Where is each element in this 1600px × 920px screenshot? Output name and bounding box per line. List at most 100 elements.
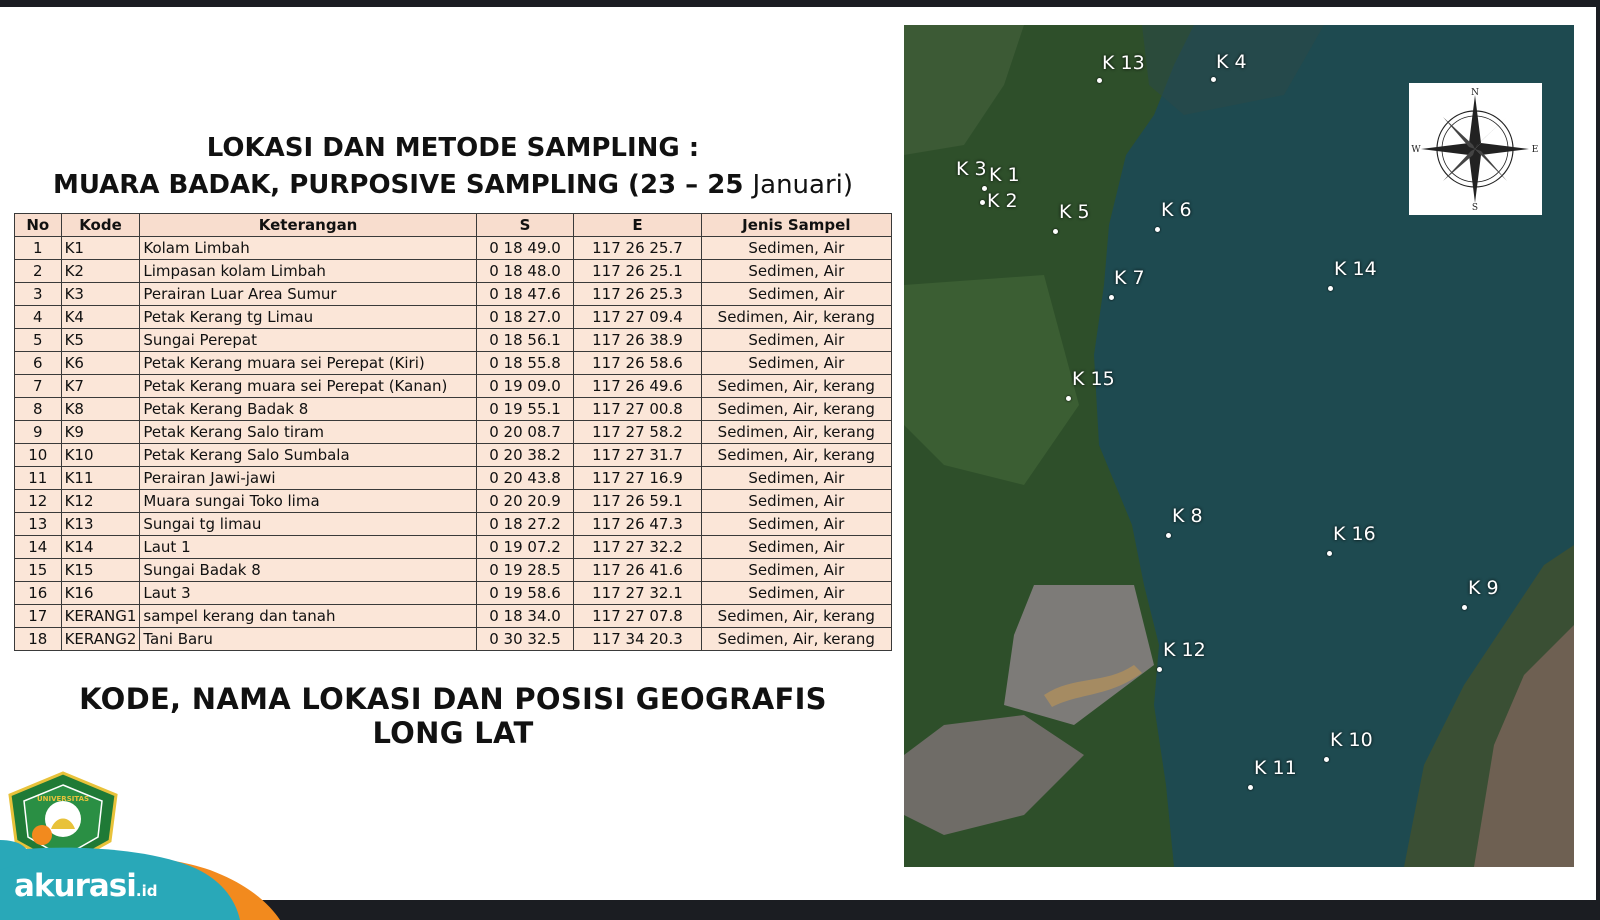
cell-keterangan: Petak Kerang muara sei Perepat (Kanan) (139, 374, 477, 398)
cell-kode: K14 (60, 535, 141, 559)
cell-kode: K4 (60, 305, 141, 329)
marker-k16: K 16 (1333, 523, 1376, 545)
cell-kode: K2 (60, 259, 141, 283)
cell-s: 0 18 27.2 (475, 512, 575, 536)
cell-e: 117 34 20.3 (573, 627, 702, 651)
cell-jenis-sampel: Sedimen, Air, kerang (700, 397, 893, 421)
marker-k11: K 11 (1254, 757, 1297, 779)
table-row: 3 K3 Perairan Luar Area Sumur 0 18 47.6 117 … (14, 282, 893, 306)
cell-s: 0 20 08.7 (475, 420, 575, 444)
crest-text: UNIVERSITAS (37, 795, 89, 803)
header-e: E (573, 213, 702, 237)
cell-keterangan: Tani Baru (139, 627, 477, 651)
table-row: 2 K2 Limpasan kolam Limbah 0 18 48.0 117 26 … (14, 259, 893, 283)
cell-jenis-sampel: Sedimen, Air (700, 581, 893, 605)
cell-no: 6 (14, 351, 62, 375)
cell-no: 12 (14, 489, 62, 513)
table-row: 13 K13 Sungai tg limau 0 18 27.2 117 26 47.3… (14, 512, 893, 536)
cell-no: 15 (14, 558, 62, 582)
header-jenis-sampel: Jenis Sampel (700, 213, 893, 237)
cell-no: 17 (14, 604, 62, 628)
brand-logo: akurasi.id (14, 868, 157, 904)
cell-kode: KERANG1 (60, 604, 141, 628)
cell-e: 117 27 07.8 (573, 604, 702, 628)
header-keterangan: Keterangan (139, 213, 477, 237)
marker-k7: K 7 (1114, 267, 1145, 289)
marker-k2: K 2 (987, 190, 1018, 212)
cell-jenis-sampel: Sedimen, Air (700, 512, 893, 536)
brand-name: akurasi (14, 868, 137, 904)
cell-no: 8 (14, 397, 62, 421)
title-line-2-main: MUARA BADAK, PURPOSIVE SAMPLING (23 – 25 (52, 170, 753, 200)
cell-no: 14 (14, 535, 62, 559)
cell-e: 117 26 49.6 (573, 374, 702, 398)
cell-jenis-sampel: Sedimen, Air, kerang (700, 420, 893, 444)
cell-s: 0 20 43.8 (475, 466, 575, 490)
marker-dot-k16 (1327, 551, 1332, 556)
cell-jenis-sampel: Sedimen, Air (700, 351, 893, 375)
cell-kode: K7 (60, 374, 141, 398)
cell-s: 0 18 55.8 (475, 351, 575, 375)
table-row: 9 K9 Petak Kerang Salo tiram 0 20 08.7 117 2… (14, 420, 893, 444)
marker-dot-k4 (1211, 77, 1216, 82)
table-row: 11 K11 Perairan Jawi-jawi 0 20 43.8 117 27 1… (14, 466, 893, 490)
header-no: No (14, 213, 62, 237)
page-title: LOKASI DAN METODE SAMPLING : MUARA BADAK… (30, 130, 876, 204)
cell-kode: K6 (60, 351, 141, 375)
marker-dot-k2 (980, 200, 985, 205)
cell-e: 117 27 09.4 (573, 305, 702, 329)
cell-s: 0 19 09.0 (475, 374, 575, 398)
cell-jenis-sampel: Sedimen, Air (700, 558, 893, 582)
cell-s: 0 18 27.0 (475, 305, 575, 329)
cell-e: 117 26 25.3 (573, 282, 702, 306)
table-row: 12 K12 Muara sungai Toko lima 0 20 20.9 117 … (14, 489, 893, 513)
brand-suffix: .id (135, 882, 158, 900)
cell-jenis-sampel: Sedimen, Air (700, 328, 893, 352)
marker-k5: K 5 (1059, 201, 1090, 223)
cell-jenis-sampel: Sedimen, Air (700, 535, 893, 559)
cell-jenis-sampel: Sedimen, Air, kerang (700, 604, 893, 628)
cell-keterangan: Sungai Perepat (139, 328, 477, 352)
cell-keterangan: Kolam Limbah (139, 236, 477, 260)
cell-no: 3 (14, 282, 62, 306)
table-header-row: No Kode Keterangan S E Jenis Sampel (14, 213, 893, 237)
cell-e: 117 27 00.8 (573, 397, 702, 421)
cell-kode: KERANG2 (60, 627, 141, 651)
cell-s: 0 18 47.6 (475, 282, 575, 306)
cell-keterangan: Sungai Badak 8 (139, 558, 477, 582)
marker-dot-k14 (1328, 286, 1333, 291)
compass-e: E (1532, 145, 1539, 155)
cell-no: 11 (14, 466, 62, 490)
table-body: 1 K1 Kolam Limbah 0 18 49.0 117 26 25.7 Sedim… (14, 236, 893, 651)
marker-k10: K 10 (1330, 729, 1373, 751)
marker-k15: K 15 (1072, 368, 1115, 390)
cell-s: 0 18 34.0 (475, 604, 575, 628)
cell-kode: K12 (60, 489, 141, 513)
marker-dot-k12 (1157, 667, 1162, 672)
marker-dot-k10 (1324, 757, 1329, 762)
cell-kode: K10 (60, 443, 141, 467)
cell-kode: K1 (60, 236, 141, 260)
cell-s: 0 19 28.5 (475, 558, 575, 582)
sampling-table: No Kode Keterangan S E Jenis Sampel 1 K1 K… (14, 213, 893, 651)
cell-e: 117 26 41.6 (573, 558, 702, 582)
cell-keterangan: Muara sungai Toko lima (139, 489, 477, 513)
cell-keterangan: Laut 1 (139, 535, 477, 559)
cell-kode: K13 (60, 512, 141, 536)
cell-keterangan: sampel kerang dan tanah (139, 604, 477, 628)
cell-keterangan: Petak Kerang Salo tiram (139, 420, 477, 444)
cell-kode: K9 (60, 420, 141, 444)
cell-jenis-sampel: Sedimen, Air, kerang (700, 443, 893, 467)
cell-no: 18 (14, 627, 62, 651)
cell-s: 0 19 55.1 (475, 397, 575, 421)
table-row: 8 K8 Petak Kerang Badak 80 19 55.1 117 27 0… (14, 397, 893, 421)
cell-e: 117 26 25.1 (573, 259, 702, 283)
compass-s: S (1472, 203, 1478, 213)
cell-e: 117 27 16.9 (573, 466, 702, 490)
cell-no: 16 (14, 581, 62, 605)
cell-keterangan: Petak Kerang muara sei Perepat (Kiri) (139, 351, 477, 375)
compass-rose-icon: N S W E (1409, 83, 1542, 215)
marker-dot-k9 (1462, 605, 1467, 610)
cell-e: 117 26 59.1 (573, 489, 702, 513)
cell-kode: K8 (60, 397, 141, 421)
